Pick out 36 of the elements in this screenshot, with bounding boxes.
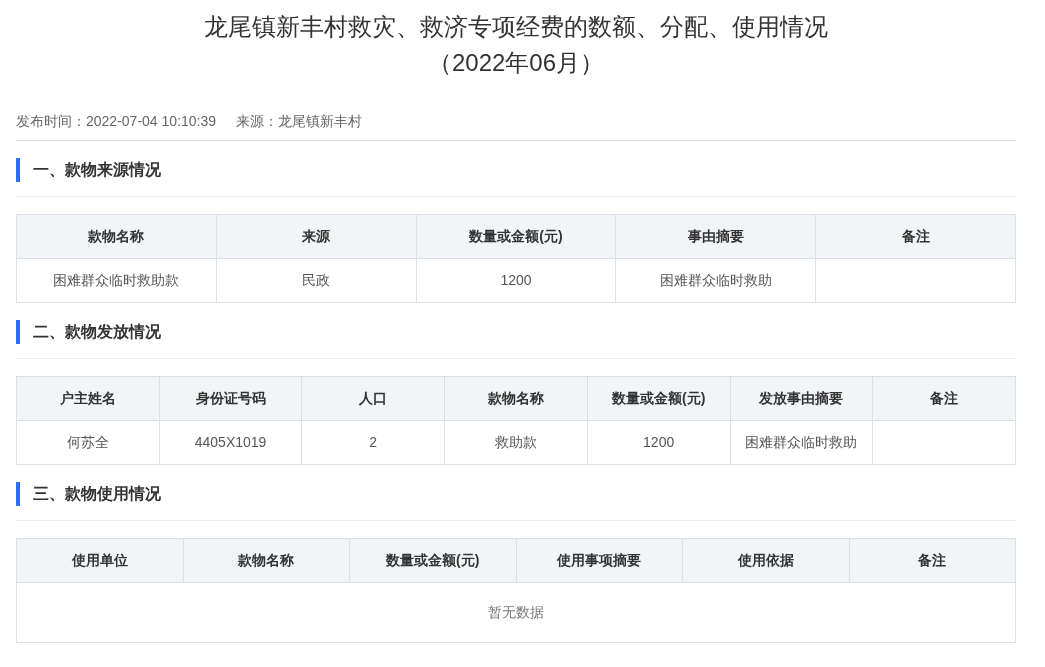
publish-time: 发布时间：2022-07-04 10:10:39 [16, 113, 216, 129]
column-header: 事由摘要 [615, 214, 816, 259]
column-header: 备注 [849, 538, 1016, 583]
table-cell: 救助款 [444, 420, 588, 465]
table-cell: 1200 [416, 258, 616, 303]
section-heading: 三、款物使用情况 [16, 482, 1016, 506]
column-header: 发放事由摘要 [730, 376, 873, 421]
section-heading: 一、款物来源情况 [16, 158, 1016, 182]
table-cell: 2 [301, 420, 445, 465]
column-header: 使用事项摘要 [516, 538, 683, 583]
section-heading: 二、款物发放情况 [16, 320, 1016, 344]
column-header: 人口 [301, 376, 445, 421]
empty-message: 暂无数据 [488, 604, 544, 620]
column-header: 款物名称 [444, 376, 588, 421]
table-cell: 困难群众临时救助 [615, 258, 816, 303]
table-cell: 何苏全 [16, 420, 160, 465]
column-header: 备注 [872, 376, 1016, 421]
column-header: 户主姓名 [16, 376, 160, 421]
page-title: （2022年06月） [426, 48, 606, 78]
column-header: 数量或金额(元) [416, 214, 616, 259]
table-cell: 4405X1019 [159, 420, 302, 465]
column-header: 款物名称 [183, 538, 350, 583]
column-header: 身份证号码 [159, 376, 302, 421]
column-header: 使用单位 [16, 538, 183, 583]
table-cell: 1200 [587, 420, 730, 465]
table-cell: 民政 [216, 258, 417, 303]
column-header: 款物名称 [16, 214, 217, 259]
table-cell: 困难群众临时救助款 [16, 258, 217, 303]
column-header: 备注 [815, 214, 1016, 259]
column-header: 数量或金额(元) [349, 538, 516, 583]
column-header: 来源 [216, 214, 417, 259]
column-header: 使用依据 [682, 538, 849, 583]
page-title: 龙尾镇新丰村救灾、救济专项经费的数额、分配、使用情况 [203, 12, 829, 42]
column-header: 数量或金额(元) [587, 376, 730, 421]
source-text: 来源：龙尾镇新丰村 [236, 113, 362, 129]
table-cell: 困难群众临时救助 [730, 420, 873, 465]
